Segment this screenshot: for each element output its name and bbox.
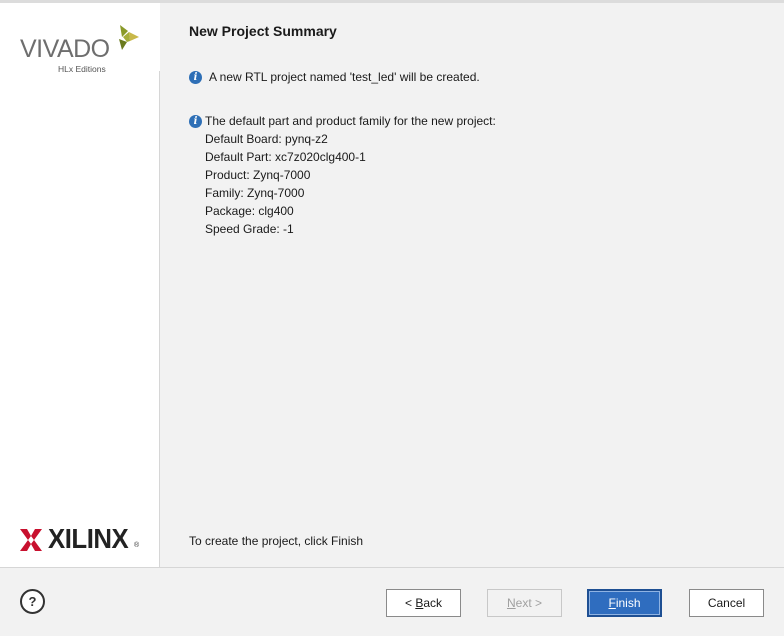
info-icon: i	[189, 70, 202, 84]
xilinx-wordmark: XILINX	[48, 523, 129, 554]
next-label-rest: ext >	[515, 596, 543, 610]
back-mnemonic: B	[415, 596, 424, 610]
wizard-sidebar: VIVADO HLx Editions XILINX ®	[0, 3, 160, 567]
xilinx-logo: XILINX ®	[18, 523, 148, 557]
vivado-wordmark: VIVADO	[20, 35, 110, 63]
product-text: Product: Zynq-7000	[205, 168, 311, 182]
xilinx-x-icon	[20, 529, 42, 551]
part-info-line: i The default part and product family fo…	[189, 114, 496, 128]
vivado-edition-label: HLx Editions	[58, 64, 106, 74]
summary-panel: New Project Summary i A new RTL project …	[160, 3, 784, 567]
default-board-text: Default Board: pynq-z2	[205, 132, 328, 146]
back-button[interactable]: < Back	[386, 589, 461, 617]
page-title: New Project Summary	[189, 23, 337, 39]
project-info-text: A new RTL project named 'test_led' will …	[209, 70, 480, 84]
back-label-rest: ack	[423, 596, 443, 610]
speed-grade-text: Speed Grade: -1	[205, 222, 294, 236]
part-info-text: The default part and product family for …	[205, 114, 496, 128]
finish-instruction: To create the project, click Finish	[189, 534, 364, 548]
project-info-line: i A new RTL project named 'test_led' wil…	[189, 70, 480, 84]
wizard-footer: ? < Back Next > Finish Cancel	[0, 567, 784, 636]
finish-button[interactable]: Finish	[587, 589, 662, 617]
cancel-button[interactable]: Cancel	[689, 589, 764, 617]
family-text: Family: Zynq-7000	[205, 186, 305, 200]
vivado-leaf-icon	[119, 25, 139, 50]
registered-mark: ®	[134, 542, 140, 549]
help-button[interactable]: ?	[20, 589, 45, 614]
next-button[interactable]: Next >	[487, 589, 562, 617]
vivado-logo: VIVADO HLx Editions	[18, 23, 143, 78]
finish-mnemonic: F	[608, 596, 616, 610]
info-icon: i	[189, 114, 202, 128]
default-part-text: Default Part: xc7z020clg400-1	[205, 150, 366, 164]
finish-label-rest: inish	[615, 596, 641, 610]
next-mnemonic: N	[506, 596, 516, 610]
package-text: Package: clg400	[205, 204, 294, 218]
back-prefix: <	[404, 596, 416, 610]
